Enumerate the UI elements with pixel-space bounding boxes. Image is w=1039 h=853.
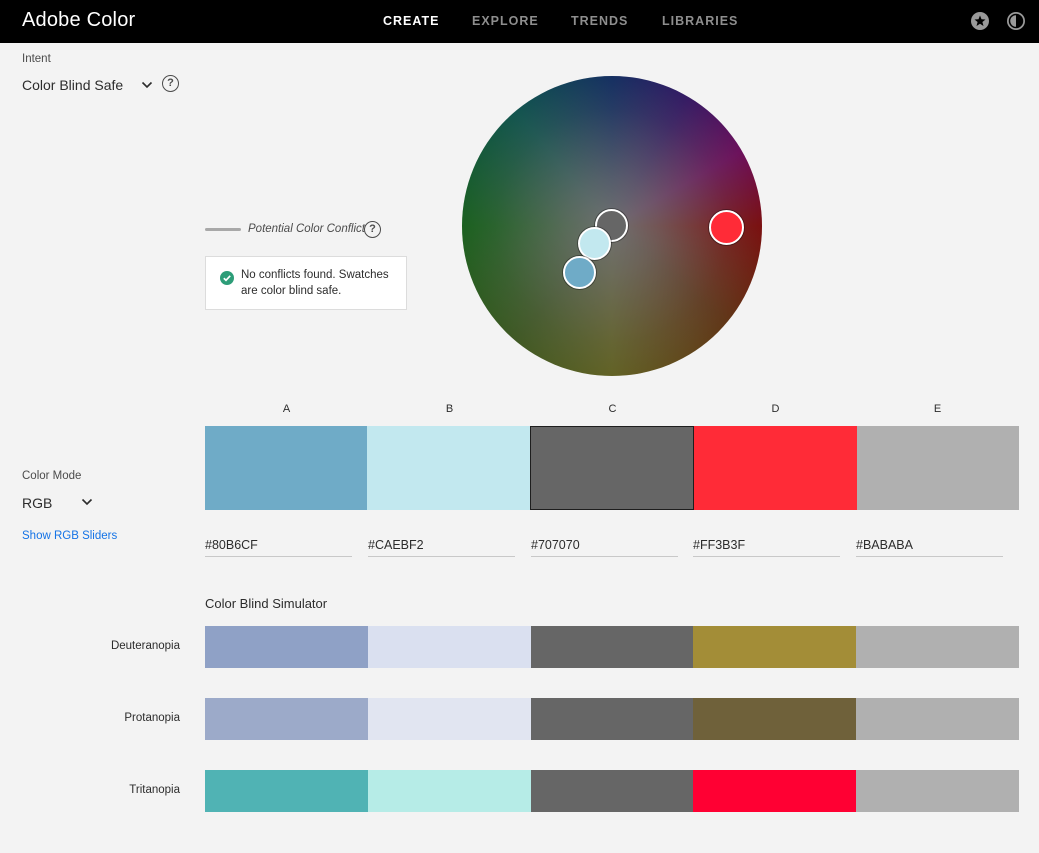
intent-help-icon[interactable]: ? bbox=[162, 75, 179, 92]
color-mode-select[interactable]: RGB bbox=[22, 495, 52, 511]
swatch-letter: E bbox=[933, 403, 942, 415]
sim-swatch-protanopia-2 bbox=[368, 698, 531, 740]
hex-input-e[interactable]: #BABABA bbox=[856, 537, 1003, 557]
swatch-a[interactable] bbox=[205, 426, 367, 510]
nav-trends[interactable]: TRENDS bbox=[571, 14, 628, 28]
sim-label-tritanopia: Tritanopia bbox=[129, 784, 180, 796]
sim-label-protanopia: Protanopia bbox=[124, 712, 180, 724]
color-mode-label: Color Mode bbox=[22, 470, 82, 482]
hex-input-b[interactable]: #CAEBF2 bbox=[368, 537, 515, 557]
sim-swatch-deuteranopia-5 bbox=[856, 626, 1019, 668]
hex-input-a[interactable]: #80B6CF bbox=[205, 537, 352, 557]
chevron-down-icon[interactable] bbox=[80, 495, 94, 509]
sim-swatch-tritanopia-2 bbox=[368, 770, 531, 812]
conflict-status-text: No conflicts found. Swatches are color b… bbox=[241, 269, 389, 297]
swatch-letter: D bbox=[771, 403, 780, 415]
intent-select[interactable]: Color Blind Safe bbox=[22, 77, 123, 93]
swatch-e[interactable] bbox=[857, 426, 1019, 510]
conflict-status-box: No conflicts found. Swatches are color b… bbox=[205, 256, 407, 310]
swatch-c[interactable] bbox=[530, 426, 694, 510]
conflict-legend-text: Potential Color Conflict bbox=[248, 223, 365, 235]
show-rgb-sliders-link[interactable]: Show RGB Sliders bbox=[22, 530, 117, 542]
hex-input-c[interactable]: #707070 bbox=[531, 537, 678, 557]
nav-create[interactable]: CREATE bbox=[383, 14, 439, 28]
check-circle-icon bbox=[220, 271, 234, 285]
favorites-star-icon[interactable] bbox=[971, 12, 989, 30]
swatch-letter: A bbox=[282, 403, 291, 415]
sim-label-deuteranopia: Deuteranopia bbox=[110, 640, 180, 652]
swatch-letter: B bbox=[445, 403, 454, 415]
sim-swatch-tritanopia-5 bbox=[856, 770, 1019, 812]
sim-swatch-protanopia-5 bbox=[856, 698, 1019, 740]
sim-swatch-tritanopia-1 bbox=[205, 770, 368, 812]
wheel-handle-b[interactable] bbox=[578, 227, 611, 260]
swatch-letter: C bbox=[608, 403, 617, 415]
simulator-title: Color Blind Simulator bbox=[205, 596, 328, 611]
sim-swatch-deuteranopia-1 bbox=[205, 626, 368, 668]
nav-explore[interactable]: EXPLORE bbox=[472, 14, 539, 28]
sim-swatch-deuteranopia-3 bbox=[531, 626, 693, 668]
chevron-down-icon[interactable] bbox=[140, 78, 154, 92]
wheel-handle-d[interactable] bbox=[709, 210, 744, 245]
sim-swatch-tritanopia-4 bbox=[693, 770, 856, 812]
conflict-help-icon[interactable]: ? bbox=[364, 221, 381, 238]
swatch-d[interactable] bbox=[694, 426, 857, 510]
sim-swatch-deuteranopia-2 bbox=[368, 626, 531, 668]
sim-swatch-protanopia-4 bbox=[693, 698, 856, 740]
sim-swatch-deuteranopia-4 bbox=[693, 626, 856, 668]
top-bar: Adobe Color CREATE EXPLORE TRENDS LIBRAR… bbox=[0, 0, 1039, 43]
sim-swatch-tritanopia-3 bbox=[531, 770, 693, 812]
sim-swatch-protanopia-1 bbox=[205, 698, 368, 740]
theme-toggle-icon[interactable] bbox=[1007, 12, 1025, 30]
intent-label: Intent bbox=[22, 53, 51, 65]
wheel-handle-a[interactable] bbox=[563, 256, 596, 289]
app-title[interactable]: Adobe Color bbox=[22, 9, 135, 32]
sim-swatch-protanopia-3 bbox=[531, 698, 693, 740]
swatch-b[interactable] bbox=[367, 426, 530, 510]
hex-input-d[interactable]: #FF3B3F bbox=[693, 537, 840, 557]
conflict-line-legend bbox=[205, 228, 241, 231]
nav-libraries[interactable]: LIBRARIES bbox=[662, 14, 738, 28]
